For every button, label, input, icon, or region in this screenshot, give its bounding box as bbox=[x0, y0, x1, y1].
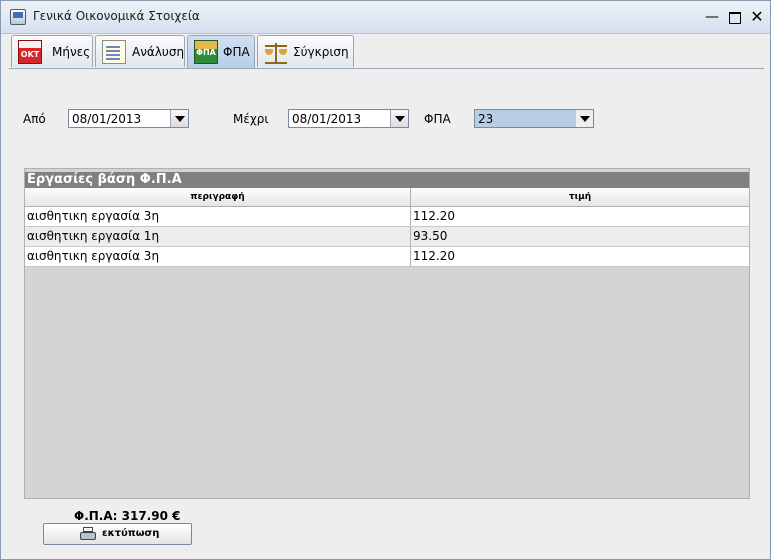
description-cell: αισθητικη εργασία 3η bbox=[25, 207, 411, 226]
window-title: Γενικά Οικονομικά Στοιχεία bbox=[33, 9, 200, 23]
main-window: Γενικά Οικονομικά Στοιχεία — ✕ OKT Μήνες… bbox=[0, 0, 771, 560]
document-icon bbox=[102, 40, 126, 64]
maximize-icon bbox=[729, 12, 741, 24]
from-date-combo[interactable]: 08/01/2013 bbox=[68, 109, 189, 128]
table-header: περιγραφή τιμή bbox=[25, 188, 749, 207]
tab-months[interactable]: OKT Μήνες bbox=[11, 35, 93, 67]
tab-vat[interactable]: ΦΠΑ ΦΠΑ bbox=[187, 35, 255, 69]
tab-compare-label: Σύγκριση bbox=[293, 45, 349, 59]
chevron-down-icon[interactable] bbox=[390, 110, 408, 127]
tab-analysis[interactable]: Ανάλυση bbox=[95, 35, 185, 67]
print-button[interactable]: εκτύπωση bbox=[43, 523, 192, 545]
to-date-combo[interactable]: 08/01/2013 bbox=[288, 109, 409, 128]
tab-analysis-label: Ανάλυση bbox=[132, 45, 185, 59]
calendar-icon: OKT bbox=[18, 40, 42, 64]
price-cell: 112.20 bbox=[413, 249, 455, 263]
table-row[interactable]: αισθητικη εργασία 3η 112.20 bbox=[25, 247, 749, 267]
column-header-description[interactable]: περιγραφή bbox=[25, 188, 411, 206]
chevron-down-icon[interactable] bbox=[576, 110, 593, 127]
description-cell: αισθητικη εργασία 1η bbox=[25, 227, 411, 246]
tab-compare[interactable]: Σύγκριση bbox=[257, 35, 354, 67]
table-row[interactable]: αισθητικη εργασία 3η 112.20 bbox=[25, 207, 749, 227]
title-bar[interactable]: Γενικά Οικονομικά Στοιχεία — ✕ bbox=[1, 1, 770, 34]
tab-divider bbox=[9, 68, 764, 69]
to-label: Μέχρι bbox=[233, 112, 269, 126]
maximize-button[interactable] bbox=[724, 6, 746, 28]
price-cell: 93.50 bbox=[413, 229, 448, 243]
description-cell: αισθητικη εργασία 3η bbox=[25, 247, 411, 266]
chevron-down-icon[interactable] bbox=[170, 110, 188, 127]
column-header-price[interactable]: τιμή bbox=[411, 188, 749, 206]
vat-total: Φ.Π.Α: 317.90 € bbox=[74, 509, 181, 523]
print-button-label: εκτύπωση bbox=[102, 528, 160, 539]
table-row[interactable]: αισθητικη εργασία 1η 93.50 bbox=[25, 227, 749, 247]
vat-label: ΦΠΑ bbox=[424, 112, 451, 126]
from-date-value: 08/01/2013 bbox=[72, 112, 142, 126]
close-button[interactable]: ✕ bbox=[746, 6, 768, 28]
price-cell: 112.20 bbox=[413, 209, 455, 223]
vat-rate-combo[interactable]: 23 bbox=[474, 109, 594, 128]
from-label: Από bbox=[23, 112, 46, 126]
vat-icon: ΦΠΑ bbox=[194, 40, 218, 64]
vat-jobs-panel: Εργασίες βάση Φ.Π.Α περιγραφή τιμή αισθη… bbox=[24, 168, 750, 499]
printer-icon bbox=[80, 527, 96, 541]
minimize-button[interactable]: — bbox=[701, 6, 723, 28]
tab-months-label: Μήνες bbox=[52, 45, 91, 59]
vat-rate-value: 23 bbox=[478, 112, 494, 126]
scale-icon bbox=[264, 40, 288, 64]
app-window-icon bbox=[10, 9, 26, 25]
panel-title: Εργασίες βάση Φ.Π.Α bbox=[25, 172, 749, 188]
to-date-value: 08/01/2013 bbox=[292, 112, 362, 126]
tab-vat-label: ΦΠΑ bbox=[223, 45, 250, 59]
